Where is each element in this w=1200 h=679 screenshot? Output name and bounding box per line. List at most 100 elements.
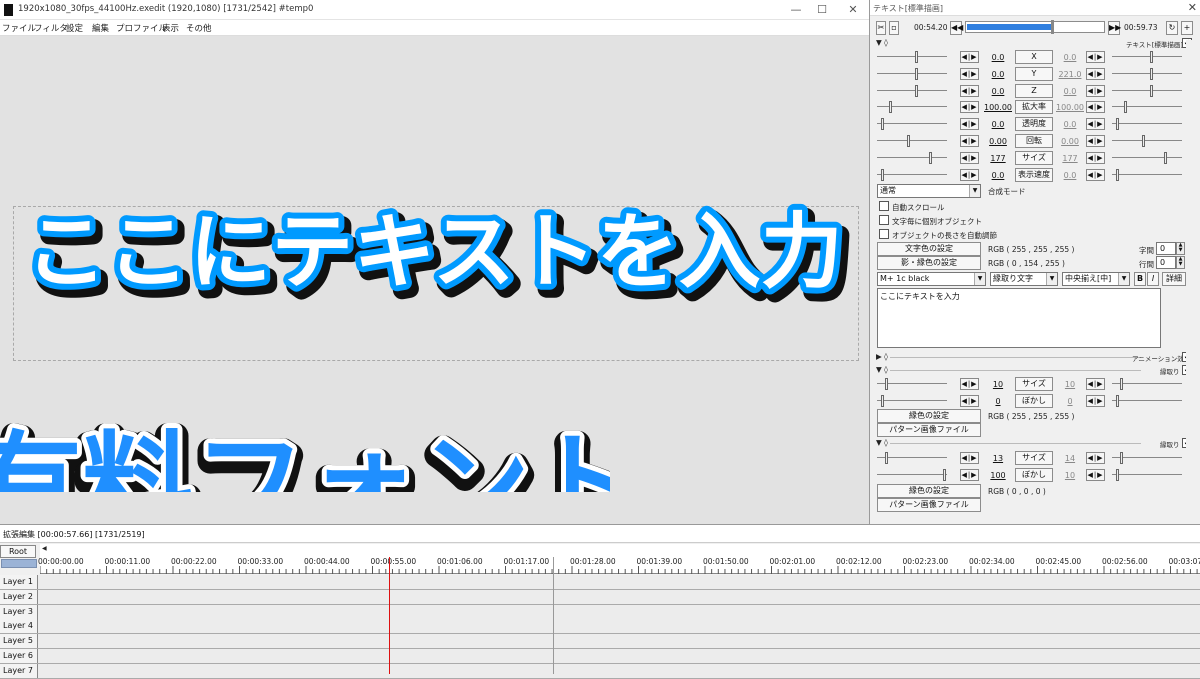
border1-blur-start-arrows[interactable]: ◀|▶ [960,395,979,407]
slider-knob[interactable] [929,152,932,164]
slider-knob[interactable] [1124,101,1127,113]
close-icon[interactable]: ✕ [845,2,861,18]
auto-scroll-checkbox[interactable] [879,201,889,211]
ruler-left-arrow-icon[interactable]: ◀ [42,545,47,552]
layer-name[interactable]: Layer 7 [0,664,38,678]
param-rotation-end-value[interactable]: 0.00 [1056,137,1084,146]
menu-profile[interactable]: プロファイル [116,22,167,34]
param-rotation-button[interactable]: 回転 [1015,134,1053,148]
param-y-end-arrows[interactable]: ◀|▶ [1086,68,1105,80]
border1-blur-start-slider[interactable] [877,395,947,407]
param-rotation-end-slider[interactable] [1112,135,1182,147]
border2-size-start-arrows[interactable]: ◀|▶ [960,452,979,464]
bold-button[interactable]: B [1134,272,1146,286]
param-z-end-value[interactable]: 0.0 [1056,87,1084,96]
border2-blur-button[interactable]: ぼかし [1015,468,1053,482]
layer-row[interactable]: Layer 4 [0,619,1200,634]
param-rotation-start-slider[interactable] [877,135,947,147]
param-rotation-start-arrows[interactable]: ◀|▶ [960,135,979,147]
menu-view[interactable]: 表示 [162,22,179,34]
text-content-input[interactable]: ここにテキストを入力 [877,288,1161,348]
slider-knob[interactable] [907,135,910,147]
param-scale-button[interactable]: 拡大率 [1015,100,1053,114]
param-speed-start-slider[interactable] [877,169,947,181]
param-opacity-start-arrows[interactable]: ◀|▶ [960,118,979,130]
slider-knob[interactable] [881,395,884,407]
slider-knob[interactable] [1116,118,1119,130]
layer-row[interactable]: Layer 2 [0,590,1200,605]
layer-name[interactable]: Layer 4 [0,619,38,633]
param-opacity-start-value[interactable]: 0.0 [984,120,1012,129]
param-y-button[interactable]: Y [1015,67,1053,81]
time-ruler[interactable]: ◀ 00:00:00.0000:00:11.0000:00:22.0000:00… [40,544,1200,574]
slider-knob[interactable] [881,118,884,130]
detail-button[interactable]: 詳細 [1162,272,1186,286]
expand-icon[interactable]: ▶ ◊ [876,352,888,361]
border2-blur-start-arrows[interactable]: ◀|▶ [960,469,979,481]
layer-row[interactable]: Layer 1 [0,575,1200,590]
per-char-object-checkbox[interactable] [879,215,889,225]
param-z-button[interactable]: Z [1015,84,1053,98]
border2-color-button[interactable]: 縁色の設定 [877,484,981,498]
border2-size-start-slider[interactable] [877,452,947,464]
param-x-end-arrows[interactable]: ◀|▶ [1086,51,1105,63]
param-speed-end-arrows[interactable]: ◀|▶ [1086,169,1105,181]
auto-length-checkbox[interactable] [879,229,889,239]
param-scale-end-value[interactable]: 100.00 [1056,103,1084,112]
param-size-start-value[interactable]: 177 [984,154,1012,163]
param-y-end-value[interactable]: 221.0 [1056,70,1084,79]
scene-bar[interactable] [1,559,37,568]
border1-blur-end-value[interactable]: 0 [1056,397,1084,406]
border1-blur-start-value[interactable]: 0 [984,397,1012,406]
param-opacity-end-value[interactable]: 0.0 [1056,120,1084,129]
param-x-start-slider[interactable] [877,51,947,63]
slider-knob[interactable] [1150,51,1153,63]
menu-settings[interactable]: 設定 [66,22,83,34]
menu-edit[interactable]: 編集 [92,22,109,34]
next-frame-icon[interactable]: ▶▶ [1108,21,1120,35]
menu-file[interactable]: ファイル [2,22,36,34]
border1-size-button[interactable]: サイズ [1015,377,1053,391]
param-size-button[interactable]: サイズ [1015,151,1053,165]
param-opacity-start-slider[interactable] [877,118,947,130]
slider-knob[interactable] [915,68,918,80]
param-z-start-value[interactable]: 0.0 [984,87,1012,96]
param-rotation-end-arrows[interactable]: ◀|▶ [1086,135,1105,147]
line-spacing-stepper[interactable]: ▲▼ [1176,256,1185,269]
param-scale-start-slider[interactable] [877,101,947,113]
border1-pattern-button[interactable]: パターン画像ファイル [877,423,981,437]
menu-filter[interactable]: フィルタ [34,22,68,34]
border2-blur-start-slider[interactable] [877,469,947,481]
align-select[interactable]: 中央揃え[中] ▼ [1062,272,1130,286]
layer-name[interactable]: Layer 2 [0,590,38,604]
shadow-color-button[interactable]: 影・縁色の設定 [877,256,981,270]
char-spacing-stepper[interactable]: ▲▼ [1176,242,1185,255]
border2-size-button[interactable]: サイズ [1015,451,1053,465]
param-z-end-slider[interactable] [1112,85,1182,97]
param-size-start-arrows[interactable]: ◀|▶ [960,152,979,164]
param-size-start-slider[interactable] [877,152,947,164]
param-scale-start-arrows[interactable]: ◀|▶ [960,101,979,113]
param-x-end-value[interactable]: 0.0 [1056,53,1084,62]
param-size-end-slider[interactable] [1112,152,1182,164]
slider-knob[interactable] [885,452,888,464]
param-size-end-value[interactable]: 177 [1056,154,1084,163]
playhead-cursor[interactable] [389,557,390,674]
collapse-icon[interactable]: ▼ ◊ [876,365,888,374]
layer-row[interactable]: Layer 5 [0,634,1200,649]
param-y-start-arrows[interactable]: ◀|▶ [960,68,979,80]
param-y-start-value[interactable]: 0.0 [984,70,1012,79]
root-button[interactable]: Root [0,545,36,558]
text-color-button[interactable]: 文字色の設定 [877,242,981,256]
border2-size-end-arrows[interactable]: ◀|▶ [1086,452,1105,464]
slider-knob[interactable] [1120,452,1123,464]
param-speed-end-value[interactable]: 0.0 [1056,171,1084,180]
border2-blur-end-slider[interactable] [1112,469,1182,481]
blend-mode-select[interactable]: 通常 ▼ [877,184,981,198]
param-speed-end-slider[interactable] [1112,169,1182,181]
param-x-button[interactable]: X [1015,50,1053,64]
prev-frame-icon[interactable]: ◀◀ [950,21,962,35]
minimize-icon[interactable]: — [788,2,804,18]
border2-blur-end-value[interactable]: 10 [1056,471,1084,480]
maximize-icon[interactable]: ☐ [814,2,830,18]
